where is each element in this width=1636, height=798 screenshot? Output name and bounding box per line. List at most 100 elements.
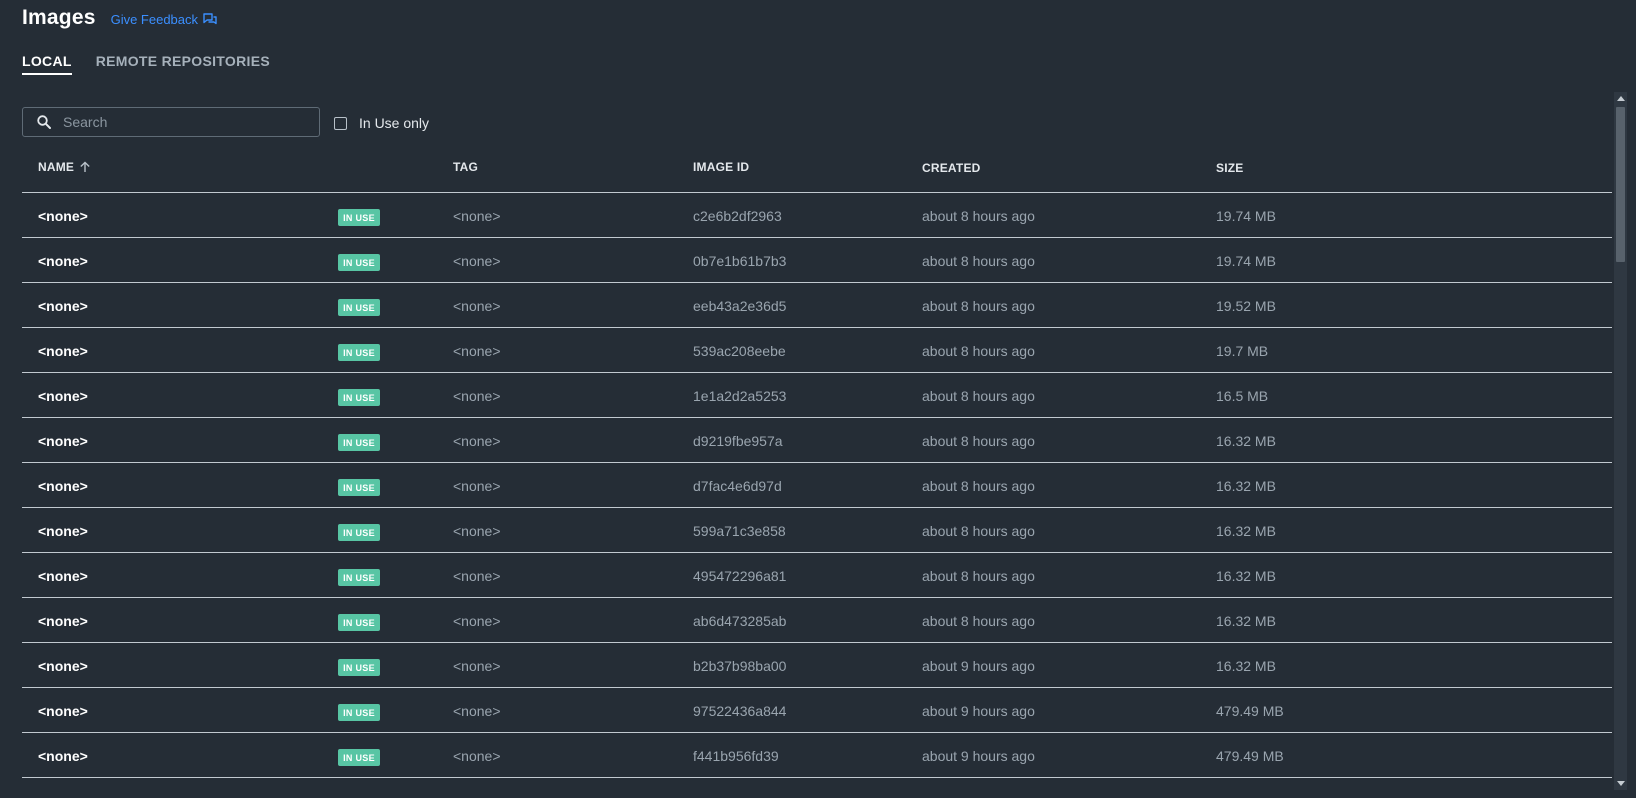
cell-image-id: eeb43a2e36d5 (693, 298, 787, 314)
cell-name: <none> (38, 478, 88, 494)
table-row[interactable]: <none> IN USE <none> 1e1a2d2a5253 about 8 ho… (22, 373, 1612, 418)
in-use-badge: IN USE (338, 479, 380, 496)
cell-created: about 8 hours ago (922, 253, 1035, 269)
cell-tag: <none> (453, 298, 501, 314)
cell-tag: <none> (453, 433, 501, 449)
in-use-badge: IN USE (338, 254, 380, 271)
cell-created: about 8 hours ago (922, 388, 1035, 404)
in-use-only-checkbox[interactable] (334, 116, 347, 130)
scroll-down-arrow-icon[interactable] (1617, 781, 1625, 786)
cell-tag: <none> (453, 388, 501, 404)
cell-name: <none> (38, 658, 88, 674)
cell-size: 479.49 MB (1216, 703, 1284, 719)
tab-bar: LOCAL REMOTE REPOSITORIES (22, 53, 294, 75)
cell-image-id: 0b7e1b61b7b3 (693, 253, 787, 269)
column-header-name-label[interactable]: NAME (38, 160, 74, 174)
cell-size: 16.32 MB (1216, 523, 1276, 539)
table-row[interactable]: <none> IN USE <none> d9219fbe957a about 8 ho… (22, 418, 1612, 463)
cell-tag: <none> (453, 208, 501, 224)
cell-name: <none> (38, 388, 88, 404)
cell-created: about 8 hours ago (922, 343, 1035, 359)
table-row[interactable]: <none> IN USE <none> f441b956fd39 about 9 ho… (22, 733, 1612, 778)
cell-name: <none> (38, 433, 88, 449)
cell-tag: <none> (453, 748, 501, 764)
cell-created: about 8 hours ago (922, 568, 1035, 584)
chat-bubbles-icon[interactable] (203, 13, 217, 26)
cell-size: 16.5 MB (1216, 388, 1269, 404)
scroll-thumb[interactable] (1616, 107, 1625, 262)
vertical-scrollbar[interactable] (1614, 92, 1627, 790)
cell-size: 19.7 MB (1216, 343, 1269, 359)
cell-image-id: 539ac208eebe (693, 343, 786, 359)
table-row[interactable]: <none> IN USE <none> c2e6b2df2963 about 8 ho… (22, 193, 1612, 238)
table-header: NAME TAG IMAGE ID CREATED SIZE (22, 150, 1612, 193)
in-use-badge: IN USE (338, 209, 380, 226)
in-use-badge: IN USE (338, 569, 380, 586)
cell-created: about 8 hours ago (922, 298, 1035, 314)
arrow-up-icon[interactable] (79, 161, 91, 173)
tab-local[interactable]: LOCAL (22, 53, 72, 75)
cell-created: about 8 hours ago (922, 523, 1035, 539)
in-use-only-label[interactable]: In Use only (359, 115, 429, 131)
cell-created: about 8 hours ago (922, 208, 1035, 224)
cell-image-id: b2b37b98ba00 (693, 658, 787, 674)
cell-created: about 9 hours ago (922, 703, 1035, 719)
table-row[interactable]: <none> IN USE <none> b2b37b98ba00 about 9 ho… (22, 643, 1612, 688)
column-header-image-id[interactable]: IMAGE ID (693, 160, 749, 174)
in-use-badge: IN USE (338, 434, 380, 451)
search-input[interactable] (61, 113, 285, 131)
cell-name: <none> (38, 298, 88, 314)
search-box[interactable] (22, 107, 320, 137)
in-use-badge: IN USE (338, 614, 380, 631)
cell-tag: <none> (453, 613, 501, 629)
cell-name: <none> (38, 748, 88, 764)
in-use-only-filter[interactable]: In Use only (334, 115, 429, 131)
cell-tag: <none> (453, 343, 501, 359)
table-row[interactable]: <none> IN USE <none> d7fac4e6d97d about 8 ho… (22, 463, 1612, 508)
cell-size: 16.32 MB (1216, 433, 1276, 449)
cell-size: 19.74 MB (1216, 253, 1276, 269)
give-feedback-label[interactable]: Give Feedback (111, 12, 198, 27)
cell-created: about 8 hours ago (922, 478, 1035, 494)
tab-remote-repositories[interactable]: REMOTE REPOSITORIES (96, 53, 270, 75)
cell-tag: <none> (453, 523, 501, 539)
cell-tag: <none> (453, 658, 501, 674)
table-row[interactable]: <none> IN USE <none> 0b7e1b61b7b3 about 8 ho… (22, 238, 1612, 283)
cell-tag: <none> (453, 568, 501, 584)
give-feedback-link[interactable]: Give Feedback (111, 12, 217, 27)
table-row[interactable]: <none> IN USE <none> 539ac208eebe about 8 ho… (22, 328, 1612, 373)
in-use-badge: IN USE (338, 299, 380, 316)
in-use-badge: IN USE (338, 659, 380, 676)
cell-size: 16.32 MB (1216, 658, 1276, 674)
cell-image-id: 1e1a2d2a5253 (693, 388, 787, 404)
table-row[interactable]: <none> IN USE <none> ab6d473285ab about 8 ho… (22, 598, 1612, 643)
in-use-badge: IN USE (338, 344, 380, 361)
in-use-badge: IN USE (338, 749, 380, 766)
cell-image-id: 495472296a81 (693, 568, 787, 584)
scroll-up-arrow-icon[interactable] (1617, 96, 1625, 101)
table-row[interactable]: <none> IN USE <none> eeb43a2e36d5 about 8 ho… (22, 283, 1612, 328)
cell-size: 19.52 MB (1216, 298, 1276, 314)
cell-image-id: c2e6b2df2963 (693, 208, 782, 224)
cell-name: <none> (38, 208, 88, 224)
column-header-size[interactable]: SIZE (1216, 161, 1243, 175)
in-use-badge: IN USE (338, 389, 380, 406)
table-row[interactable]: <none> IN USE <none> 495472296a81 about 8 ho… (22, 553, 1612, 598)
cell-image-id: 599a71c3e858 (693, 523, 786, 539)
column-header-name[interactable]: NAME (38, 160, 91, 174)
column-header-tag[interactable]: TAG (453, 160, 478, 174)
cell-tag: <none> (453, 253, 501, 269)
in-use-badge: IN USE (338, 704, 380, 721)
cell-image-id: f441b956fd39 (693, 748, 779, 764)
column-header-created[interactable]: CREATED (922, 161, 981, 175)
page-header: Images Give Feedback (22, 6, 217, 30)
table-row[interactable]: <none> IN USE <none> 97522436a844 about 9 ho… (22, 688, 1612, 733)
table-row[interactable]: <none> IN USE <none> 599a71c3e858 about 8 ho… (22, 508, 1612, 553)
cell-name: <none> (38, 343, 88, 359)
cell-name: <none> (38, 613, 88, 629)
cell-name: <none> (38, 568, 88, 584)
cell-name: <none> (38, 703, 88, 719)
cell-created: about 8 hours ago (922, 613, 1035, 629)
cell-created: about 8 hours ago (922, 433, 1035, 449)
cell-created: about 9 hours ago (922, 658, 1035, 674)
